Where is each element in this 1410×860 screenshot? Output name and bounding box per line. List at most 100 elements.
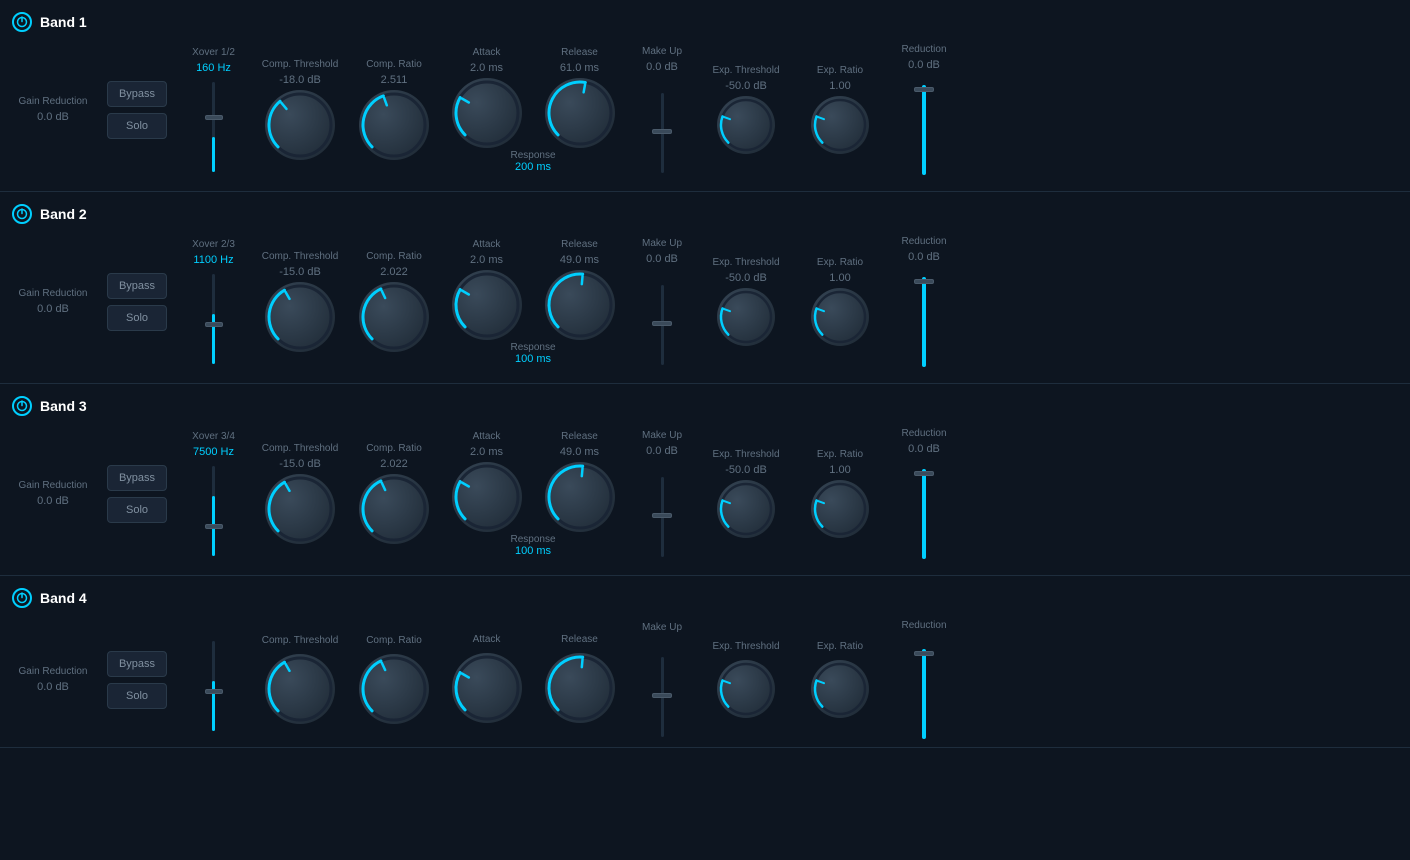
band-header-3: Band 3 (8, 396, 1402, 416)
makeup-value-1: 0.0 dB (646, 61, 678, 73)
comp-ratio-label-1: Comp. Ratio (366, 59, 422, 70)
reduction-4: Reduction (889, 620, 959, 739)
power-button-band4[interactable] (12, 588, 32, 608)
makeup-slider-1[interactable] (661, 93, 664, 173)
band-header-4: Band 4 (8, 588, 1402, 608)
response-value-3: 100 ms (515, 545, 551, 557)
bypass-button-band4[interactable]: Bypass (107, 651, 167, 677)
power-button-band1[interactable] (12, 12, 32, 32)
exp-ratio-3: Exp. Ratio 1.00 (795, 449, 885, 538)
xover-slider-3[interactable] (212, 466, 215, 556)
attack-label-4: Attack (473, 634, 501, 645)
exp-threshold-1: Exp. Threshold -50.0 dB (701, 65, 791, 154)
exp-threshold-value-1: -50.0 dB (725, 80, 767, 92)
xover-col-4 (176, 629, 251, 731)
gain-reduction-value-4: 0.0 dB (37, 681, 69, 693)
attack-release-group-3: Attack 2.0 ms Release 49.0 ms (443, 431, 623, 557)
exp-ratio-4: Exp. Ratio (795, 641, 885, 718)
power-button-band3[interactable] (12, 396, 32, 416)
attack-value-3: 2.0 ms (470, 446, 503, 458)
exp-threshold-label-1: Exp. Threshold (712, 65, 779, 76)
solo-button-band3[interactable]: Solo (107, 497, 167, 523)
xover-label-3: Xover 3/4 (192, 431, 235, 442)
comp-threshold-3: Comp. Threshold -15.0 dB (255, 443, 345, 544)
band-controls-4: Gain Reduction 0.0 dB Bypass Solo (8, 620, 1402, 739)
makeup-value-2: 0.0 dB (646, 253, 678, 265)
reduction-label-2: Reduction (901, 236, 946, 247)
comp-threshold-4: Comp. Threshold (255, 635, 345, 724)
comp-ratio-3: Comp. Ratio 2.022 (349, 443, 439, 544)
comp-ratio-2: Comp. Ratio 2.022 (349, 251, 439, 352)
response-value-2: 100 ms (515, 353, 551, 365)
xover-col-2: Xover 2/3 1100 Hz (176, 239, 251, 364)
xover-slider-2[interactable] (212, 274, 215, 364)
power-button-band2[interactable] (12, 204, 32, 224)
reduction-label-3: Reduction (901, 428, 946, 439)
reduction-thumb-1[interactable] (914, 87, 934, 92)
reduction-label-4: Reduction (901, 620, 946, 631)
release-label-3: Release (561, 431, 598, 442)
reduction-value-2: 0.0 dB (908, 251, 940, 263)
comp-threshold-label-4: Comp. Threshold (262, 635, 339, 646)
gain-reduction-label-4: Gain Reduction (19, 666, 88, 677)
attack-release-group-1: Attack 2.0 ms Release 61.0 ms (443, 47, 623, 173)
band-title-2: Band 2 (40, 206, 87, 222)
attack-4: Attack (444, 634, 529, 723)
xover-value-2: 1100 Hz (193, 254, 233, 266)
reduction-thumb-2[interactable] (914, 279, 934, 284)
xover-value-3: 7500 Hz (193, 446, 234, 458)
gain-reduction-label-2: Gain Reduction (19, 288, 88, 299)
attack-release-group-2: Attack 2.0 ms Release 49.0 ms (443, 239, 623, 365)
makeup-slider-3[interactable] (661, 477, 664, 557)
reduction-label-1: Reduction (901, 44, 946, 55)
gain-reduction-3: Gain Reduction 0.0 dB (8, 480, 98, 507)
xover-slider-1[interactable] (212, 82, 215, 172)
band-section-4: Band 4 Gain Reduction 0.0 dB Bypass Solo (0, 576, 1410, 748)
makeup-label-3: Make Up (642, 430, 682, 441)
makeup-slider-2[interactable] (661, 285, 664, 365)
bypass-solo-2: Bypass Solo (102, 273, 172, 331)
bypass-button-band1[interactable]: Bypass (107, 81, 167, 107)
response-value-1: 200 ms (515, 161, 551, 173)
reduction-bar-1 (922, 85, 926, 175)
exp-ratio-value-2: 1.00 (829, 272, 850, 284)
response-3: Response 100 ms (510, 534, 555, 557)
band-title-3: Band 3 (40, 398, 87, 414)
exp-threshold-label-2: Exp. Threshold (712, 257, 779, 268)
exp-threshold-4: Exp. Threshold (701, 641, 791, 718)
comp-threshold-2: Comp. Threshold -15.0 dB (255, 251, 345, 352)
attack-label-3: Attack (473, 431, 501, 442)
comp-threshold-label-1: Comp. Threshold (262, 59, 339, 70)
response-label-3: Response (510, 534, 555, 545)
band-controls-2: Gain Reduction 0.0 dB Bypass Solo Xover … (8, 236, 1402, 367)
makeup-col-1: Make Up 0.0 dB (627, 46, 697, 173)
solo-button-band4[interactable]: Solo (107, 683, 167, 709)
comp-ratio-value-3: 2.022 (380, 458, 408, 470)
gain-reduction-2: Gain Reduction 0.0 dB (8, 288, 98, 315)
solo-button-band2[interactable]: Solo (107, 305, 167, 331)
exp-ratio-2: Exp. Ratio 1.00 (795, 257, 885, 346)
attack-value-2: 2.0 ms (470, 254, 503, 266)
bypass-solo-1: Bypass Solo (102, 81, 172, 139)
reduction-thumb-4[interactable] (914, 651, 934, 656)
exp-ratio-1: Exp. Ratio 1.00 (795, 65, 885, 154)
release-value-2: 49.0 ms (560, 254, 599, 266)
exp-threshold-label-4: Exp. Threshold (712, 641, 779, 652)
attack-2: Attack 2.0 ms (444, 239, 529, 340)
makeup-label-1: Make Up (642, 46, 682, 57)
xover-slider-4[interactable] (212, 641, 215, 731)
comp-ratio-value-2: 2.022 (380, 266, 408, 278)
reduction-thumb-3[interactable] (914, 471, 934, 476)
band-title-4: Band 4 (40, 590, 87, 606)
bypass-button-band3[interactable]: Bypass (107, 465, 167, 491)
attack-release-group-4: Attack Release (443, 634, 623, 725)
response-label-1: Response (510, 150, 555, 161)
makeup-label-4: Make Up (642, 622, 682, 633)
makeup-slider-4[interactable] (661, 657, 664, 737)
gain-reduction-label-3: Gain Reduction (19, 480, 88, 491)
band-section-2: Band 2 Gain Reduction 0.0 dB Bypass Solo… (0, 192, 1410, 384)
reduction-bar-4 (922, 649, 926, 739)
bypass-button-band2[interactable]: Bypass (107, 273, 167, 299)
solo-button-band1[interactable]: Solo (107, 113, 167, 139)
bypass-solo-4: Bypass Solo (102, 651, 172, 709)
